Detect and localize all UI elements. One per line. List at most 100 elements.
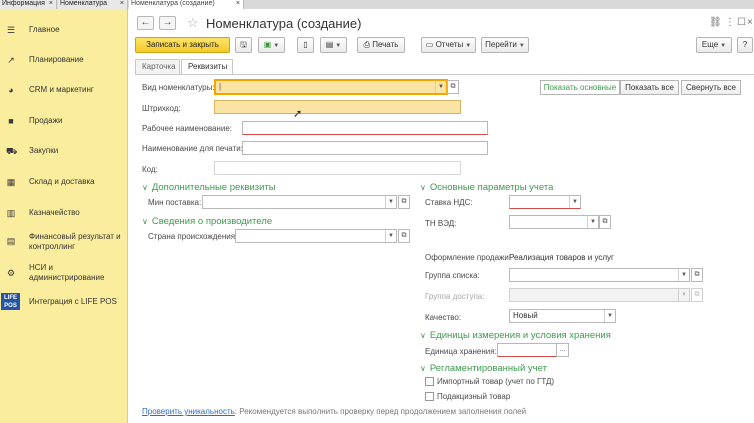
reports-button[interactable]: ▭ Отчеты ▼: [421, 37, 476, 53]
country-input[interactable]: ▼: [235, 229, 397, 243]
sidebar-item-finance[interactable]: ▤ Финансовый результат и контроллинг: [0, 227, 128, 255]
sidebar-item-label: НСИ и администрирование: [29, 263, 105, 282]
create-based-button[interactable]: ▤ ▼: [320, 37, 347, 53]
window-tab-nomenclature[interactable]: Номенклатура ×: [58, 0, 128, 9]
chevron-down-icon[interactable]: ▼: [678, 269, 689, 281]
code-input[interactable]: [214, 161, 461, 175]
code-label: Код:: [142, 165, 158, 174]
chevron-down-icon[interactable]: ▼: [435, 81, 446, 93]
more-icon[interactable]: ⋮: [725, 17, 735, 28]
open-list-group-button[interactable]: ⧉: [691, 268, 703, 282]
barcode-input[interactable]: [214, 100, 461, 114]
print-button[interactable]: ⎙ Печать: [357, 37, 405, 53]
goto-label: Перейти: [485, 40, 517, 49]
show-all-button[interactable]: Показать все: [620, 80, 679, 95]
menu-icon: ☰: [6, 25, 16, 35]
sidebar-item-treasury[interactable]: ▥ Казначейство: [0, 202, 128, 226]
sidebar-item-label: Склад и доставка: [29, 177, 95, 186]
window-tab-info[interactable]: Информация ×: [0, 0, 57, 9]
chevron-down-icon[interactable]: ▼: [385, 230, 396, 242]
list-group-input[interactable]: ▼: [509, 268, 690, 282]
quality-select[interactable]: Новый ▼: [509, 309, 616, 323]
sidebar-item-nsi[interactable]: ⚙ НСИ и администрирование: [0, 259, 128, 287]
chevron-down-icon[interactable]: ▼: [385, 196, 396, 208]
chevron-down-icon: ∨: [420, 364, 426, 373]
chevron-down-icon: ▼: [335, 43, 342, 49]
check-uniqueness-link[interactable]: Проверить уникальность: [142, 407, 235, 416]
chevron-down-icon: ∨: [142, 217, 148, 226]
tab-requisites[interactable]: Реквизиты: [181, 59, 233, 75]
section-manufacturer[interactable]: ∨ Сведения о производителе: [142, 216, 272, 227]
show-main-button[interactable]: Показать основные: [540, 80, 620, 95]
section-title: Единицы измерения и условия хранения: [429, 330, 611, 341]
excise-checkbox[interactable]: [425, 392, 434, 401]
more-label: Еще: [701, 40, 719, 49]
min-supply-label: Мин поставка:: [148, 198, 202, 207]
open-access-group-button: ⧉: [691, 288, 703, 302]
print-label: Печать: [372, 40, 399, 49]
storage-unit-input[interactable]: [497, 343, 557, 357]
chevron-down-icon[interactable]: ▼: [604, 310, 615, 322]
vat-input[interactable]: ▼: [509, 195, 581, 209]
vid-input[interactable]: | ▼: [214, 79, 448, 95]
back-button[interactable]: ←: [137, 16, 154, 30]
tnved-input[interactable]: ▼: [509, 215, 599, 229]
save-button[interactable]: 🖫: [235, 37, 252, 53]
star-icon[interactable]: ☆: [187, 15, 199, 31]
print-name-label: Наименование для печати:: [142, 144, 243, 153]
goto-button[interactable]: Перейти ▼: [481, 37, 529, 53]
sidebar-item-label: Главное: [29, 25, 60, 34]
tab-card[interactable]: Карточка: [135, 59, 180, 74]
forward-button[interactable]: →: [159, 16, 176, 30]
attach-button[interactable]: ▯: [297, 37, 314, 53]
work-name-label: Рабочее наименование:: [142, 124, 232, 133]
window-tab-nomenclature-create[interactable]: Номенклатура (создание) ×: [129, 0, 244, 9]
section-title: Сведения о производителе: [151, 216, 273, 227]
sidebar-item-lifepos[interactable]: LIFE POS Интеграция с LIFE POS: [0, 291, 128, 315]
excise-label: Подакцизный товар: [437, 392, 511, 401]
sidebar-item-planning[interactable]: ↗ Планирование: [0, 49, 128, 73]
open-tnved-button[interactable]: ⧉: [599, 215, 611, 229]
section-units[interactable]: ∨ Единицы измерения и условия хранения: [420, 330, 611, 341]
link-icon[interactable]: ⛓: [709, 17, 722, 28]
help-button[interactable]: ?: [737, 37, 753, 53]
access-group-input: ▼: [509, 288, 690, 302]
uniqueness-hint: Проверить уникальность: Рекомендуется вы…: [142, 407, 526, 416]
chevron-down-icon[interactable]: ▼: [587, 216, 598, 228]
close-icon[interactable]: ×: [49, 0, 53, 8]
print-name-input[interactable]: [242, 141, 488, 155]
window-tab-label: Номенклатура (создание): [131, 0, 215, 7]
vid-label: Вид номенклатуры:: [142, 83, 215, 92]
open-vid-button[interactable]: ⧉: [447, 80, 459, 94]
sidebar-item-warehouse[interactable]: ▦ Склад и доставка: [0, 171, 128, 195]
select-storage-unit-button[interactable]: ...: [556, 343, 569, 357]
list-group-label: Группа списка:: [425, 271, 480, 280]
sidebar-item-sales[interactable]: ■ Продажи: [0, 110, 128, 134]
page-title: Номенклатура (создание): [206, 16, 362, 31]
sidebar-item-crm[interactable]: ◕ CRM и маркетинг: [0, 79, 128, 103]
sidebar-item-purchases[interactable]: ⛟ Закупки: [0, 140, 128, 164]
import-checkbox[interactable]: [425, 377, 434, 386]
collapse-all-button[interactable]: Свернуть все: [681, 80, 741, 95]
save-and-close-button[interactable]: Записать и закрыть: [135, 37, 230, 53]
more-button[interactable]: Еще ▼: [696, 37, 732, 53]
open-country-button[interactable]: ⧉: [398, 229, 410, 243]
chevron-down-icon[interactable]: ▼: [569, 196, 580, 208]
section-accounting[interactable]: ∨ Основные параметры учета: [420, 182, 553, 193]
min-supply-input[interactable]: ▼: [202, 195, 397, 209]
structure-icon: ▣: [263, 40, 272, 49]
open-min-supply-button[interactable]: ⧉: [398, 195, 410, 209]
sidebar-item-main[interactable]: ☰ Главное: [0, 18, 128, 42]
work-name-input[interactable]: [242, 121, 488, 135]
close-icon[interactable]: ×: [236, 0, 240, 8]
close-icon[interactable]: ×: [747, 17, 753, 28]
mouse-cursor-icon: ➚: [293, 108, 303, 120]
warehouse-icon: ▦: [6, 177, 16, 187]
structure-button[interactable]: ▣ ▼: [258, 37, 285, 53]
access-group-label: Группа доступа:: [425, 292, 485, 301]
maximize-icon[interactable]: ☐: [737, 17, 746, 28]
chevron-down-icon: ∨: [420, 183, 426, 192]
section-additional[interactable]: ∨ Дополнительные реквизиты: [142, 182, 276, 193]
close-icon[interactable]: ×: [120, 0, 124, 8]
section-regulated[interactable]: ∨ Регламентированный учет: [420, 363, 547, 374]
